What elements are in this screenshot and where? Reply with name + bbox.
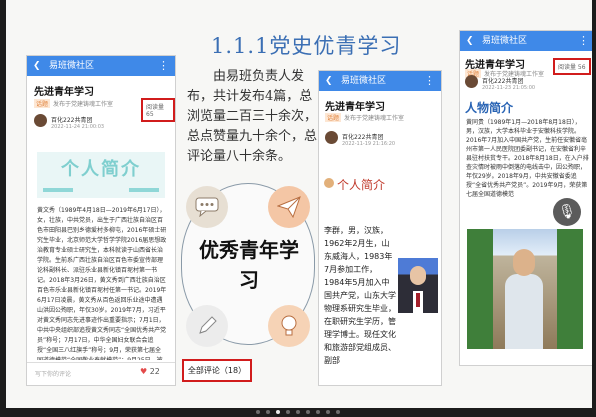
banner-decoration-right bbox=[129, 188, 159, 192]
pagination-dot[interactable] bbox=[316, 410, 320, 414]
post-body: 黄文秀（1989年4月18日—2019年6月17日），女，壮族，中共党员，出生于… bbox=[37, 207, 167, 360]
tag-topic[interactable]: 话题 bbox=[34, 99, 51, 108]
avatar[interactable] bbox=[465, 75, 478, 88]
like-button[interactable]: ♥ 22 bbox=[140, 367, 160, 376]
tag-source[interactable]: 发布于党建铸魂工作室 bbox=[344, 115, 404, 122]
post-date: 2022-11-19 21:16:20 bbox=[342, 141, 396, 147]
app-header: ❮ 易班微社区 ⋮ bbox=[319, 71, 441, 91]
graphic-calligraphy: 优秀青年学习 bbox=[199, 238, 299, 292]
all-comments-label[interactable]: 全部评论（18） bbox=[182, 359, 252, 382]
section-icon bbox=[324, 178, 334, 188]
photo-head bbox=[513, 249, 535, 276]
pencil-icon bbox=[186, 305, 228, 347]
photo-tree-left bbox=[467, 229, 493, 349]
portrait-photo bbox=[467, 229, 583, 349]
slide: ❮ 易班微社区 ⋮ 先进青年学习 话题 发布于党建铸魂工作室 百化222共青团 2… bbox=[6, 0, 592, 408]
photo-face bbox=[410, 266, 426, 285]
banner-title: 个人简介 bbox=[61, 159, 141, 180]
app-header: ❮ 易班微社区 ⋮ bbox=[460, 31, 592, 51]
bio-text: 李群，男，汉族，1962年2月生，山东威海人，1983年7月参加工作，1984年… bbox=[324, 226, 396, 365]
microphone-icon[interactable]: 🎙 bbox=[553, 198, 581, 226]
app-name: 易班微社区 bbox=[49, 61, 95, 71]
pagination-dot[interactable] bbox=[306, 410, 310, 414]
back-arrow-icon[interactable]: ❮ bbox=[325, 71, 333, 91]
app-name: 易班微社区 bbox=[482, 36, 528, 46]
portrait-photo bbox=[398, 258, 438, 313]
pagination-dot[interactable] bbox=[336, 410, 340, 414]
post-tags: 话题发布于党建铸魂工作室 bbox=[325, 113, 404, 122]
photo-torso bbox=[505, 274, 543, 349]
author-name[interactable]: 百化222共青团 bbox=[51, 115, 92, 124]
photo-tie bbox=[416, 293, 420, 307]
more-menu-icon[interactable]: ⋮ bbox=[578, 31, 589, 51]
summary-text: 由易班负责人发布，共计发布4篇，总浏览量二百三十余次，总点赞量九十余个，总评论量… bbox=[187, 69, 318, 164]
chat-bubble-icon bbox=[186, 186, 228, 228]
comment-input[interactable]: 写下你的评论 bbox=[35, 369, 71, 378]
back-arrow-icon[interactable]: ❮ bbox=[33, 56, 41, 76]
app-name: 易班微社区 bbox=[341, 76, 387, 86]
view-count-badge: 阅读量 65 bbox=[141, 98, 175, 122]
avatar[interactable] bbox=[34, 114, 47, 127]
intro-banner: 个人简介 bbox=[37, 152, 165, 198]
tag-topic[interactable]: 话题 bbox=[325, 113, 342, 122]
post-date: 2022-11-24 21:00:03 bbox=[51, 124, 105, 130]
like-count: 22 bbox=[149, 367, 160, 376]
post-title: 先进青年学习 bbox=[34, 87, 94, 98]
avatar[interactable] bbox=[325, 131, 338, 144]
phone-screenshot-1: ❮ 易班微社区 ⋮ 先进青年学习 话题 发布于党建铸魂工作室 百化222共青团 2… bbox=[26, 55, 176, 386]
post-tags: 话题发布于党建铸魂工作室 bbox=[34, 99, 113, 108]
pagination-dot[interactable] bbox=[296, 410, 300, 414]
pagination-dots bbox=[0, 410, 596, 414]
post-title: 先进青年学习 bbox=[325, 102, 385, 113]
section-heading: 个人简介 bbox=[337, 178, 386, 192]
pagination-dot[interactable] bbox=[276, 410, 280, 414]
pagination-dot[interactable] bbox=[326, 410, 330, 414]
app-header: ❮ 易班微社区 ⋮ bbox=[27, 56, 175, 76]
more-menu-icon[interactable]: ⋮ bbox=[424, 71, 435, 91]
tag-source[interactable]: 发布于党建铸魂工作室 bbox=[53, 101, 113, 108]
post-footer: 写下你的评论 ♥ 22 bbox=[27, 362, 175, 385]
section-heading: 人物简介 bbox=[465, 101, 514, 115]
banner-decoration-left bbox=[43, 188, 73, 192]
paper-plane-icon bbox=[268, 186, 310, 228]
photo-tree-right bbox=[557, 229, 583, 349]
pagination-dot[interactable] bbox=[256, 410, 260, 414]
pagination-dot[interactable] bbox=[266, 410, 270, 414]
author-name[interactable]: 百化222共青团 bbox=[482, 76, 523, 85]
phone-screenshot-2: ❮ 易班微社区 ⋮ 先进青年学习 话题 发布于党建铸魂工作室 百化222共青团 2… bbox=[318, 70, 442, 386]
pagination-dot[interactable] bbox=[286, 410, 290, 414]
author-name[interactable]: 百化222共青团 bbox=[342, 132, 383, 141]
more-menu-icon[interactable]: ⋮ bbox=[158, 56, 169, 76]
back-arrow-icon[interactable]: ❮ bbox=[466, 31, 474, 51]
view-count-badge: 阅读量 56 bbox=[553, 58, 591, 75]
post-date: 2022-11-23 21:05:00 bbox=[482, 85, 536, 91]
heart-icon: ♥ bbox=[140, 367, 148, 376]
lightbulb-icon bbox=[268, 305, 310, 347]
slide-title: 1.1.1党史优青学习 bbox=[211, 34, 402, 58]
